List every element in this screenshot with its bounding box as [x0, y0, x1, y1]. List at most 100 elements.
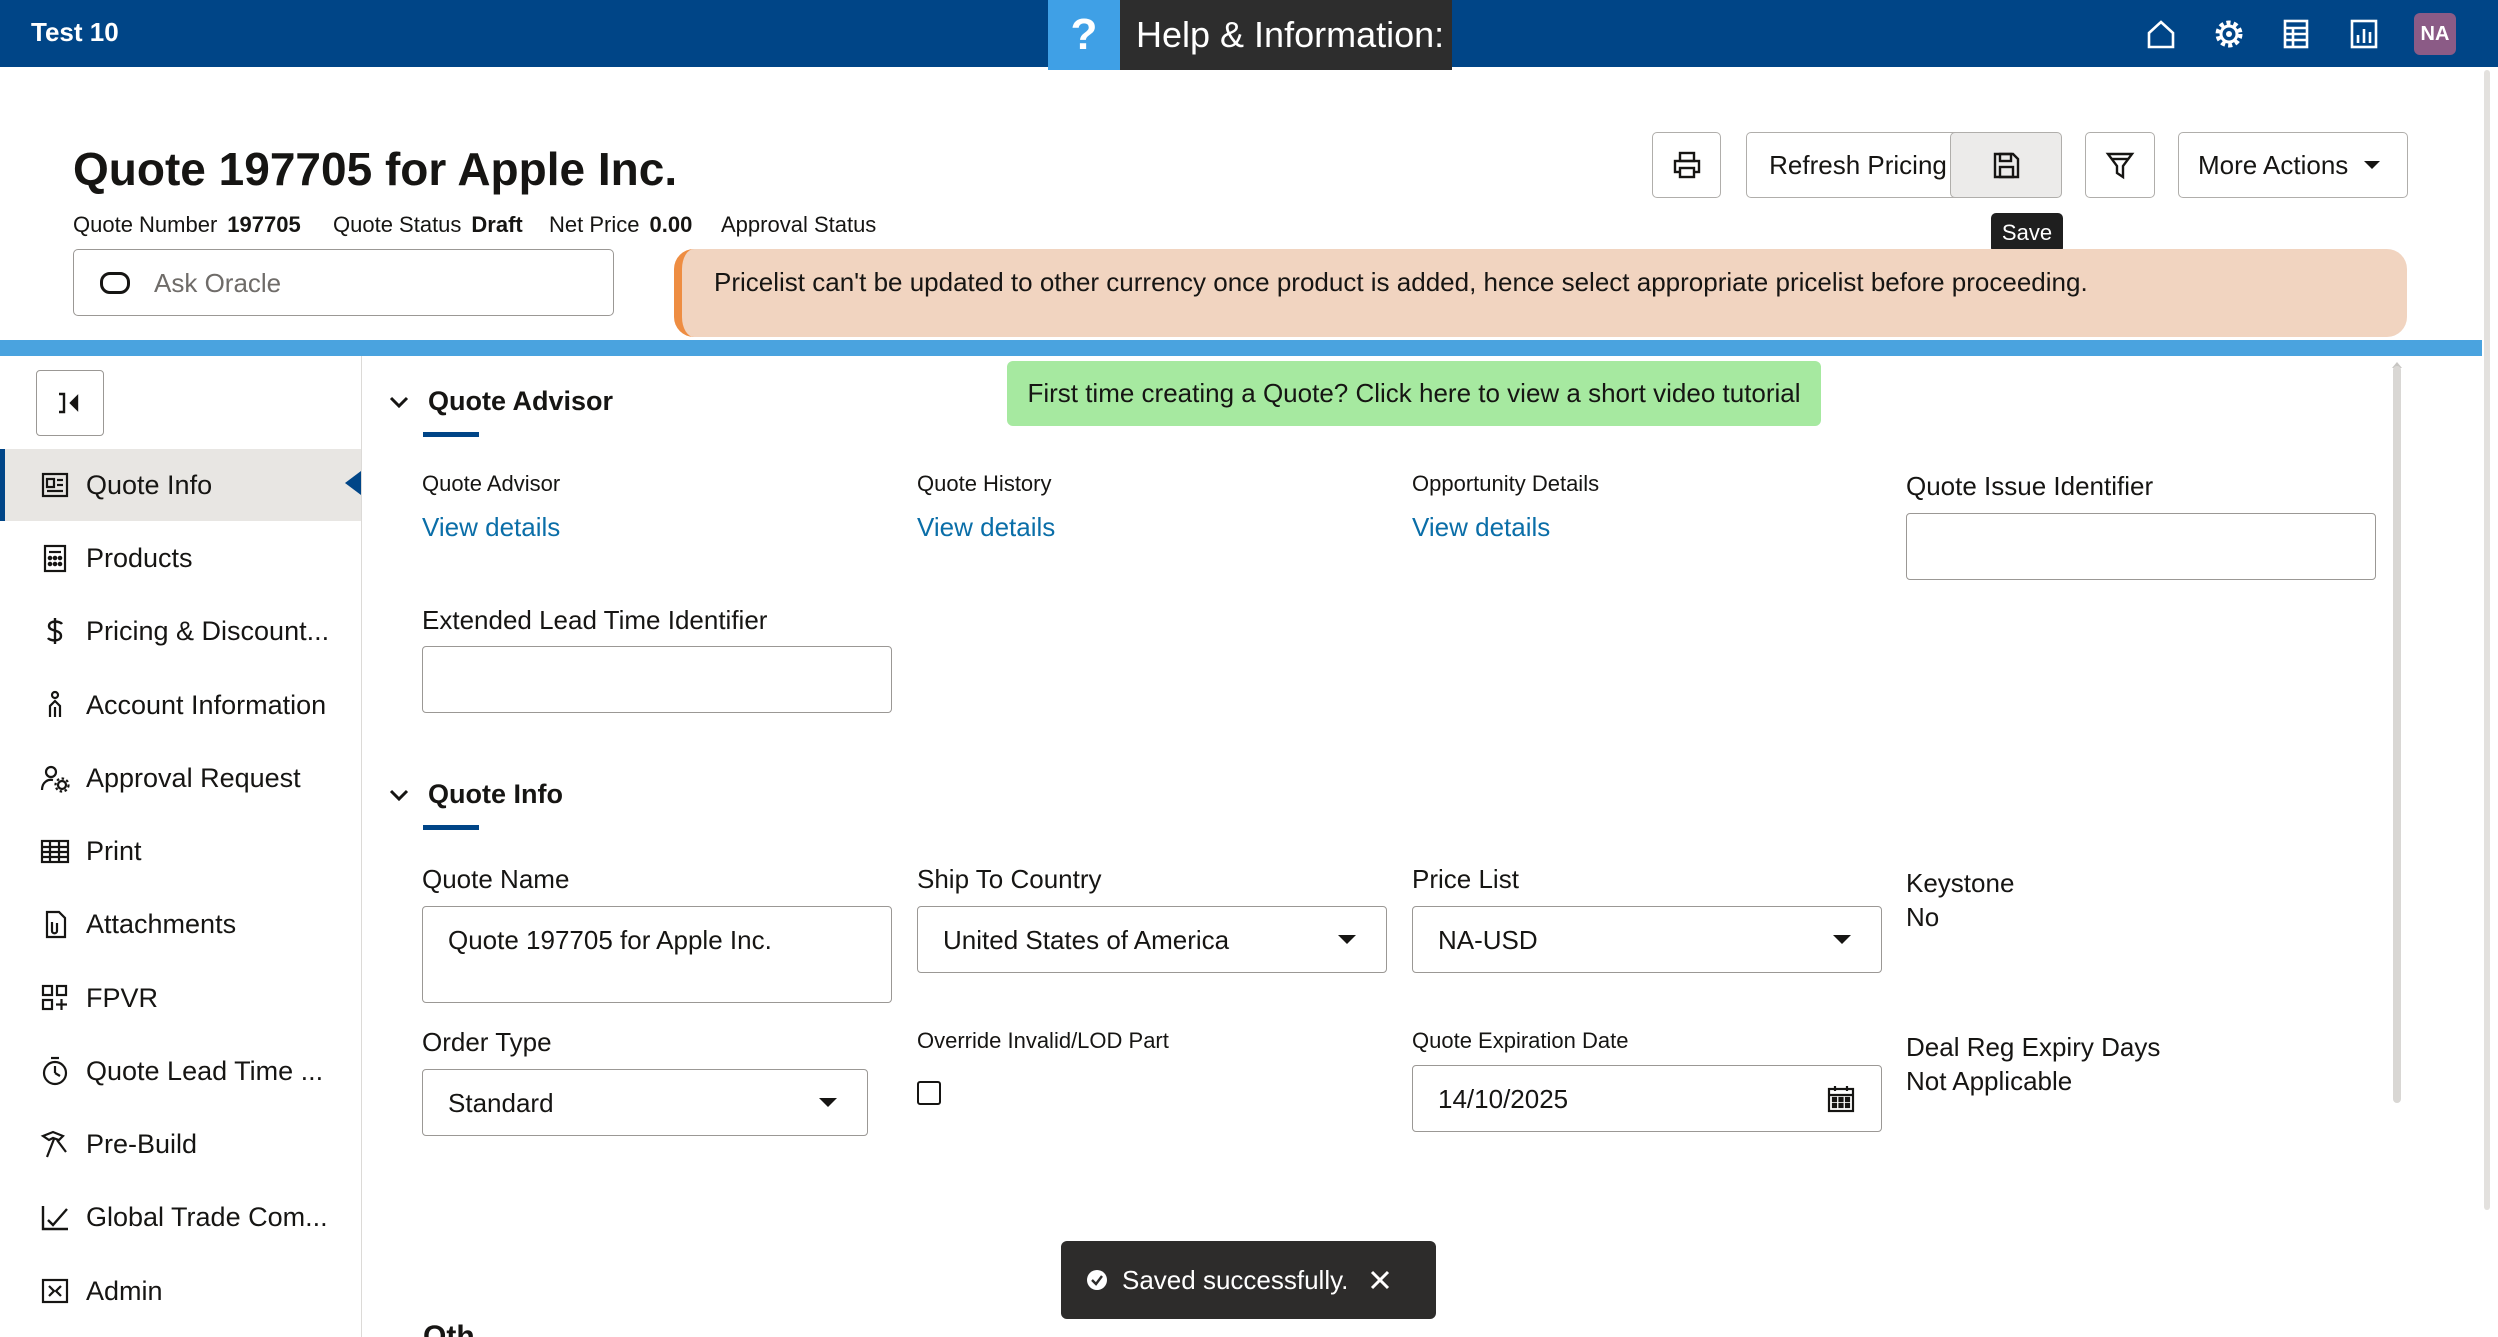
override-invalid-lod-checkbox[interactable]	[917, 1081, 941, 1105]
quote-name-field[interactable]: Quote 197705 for Apple Inc.	[422, 906, 892, 1003]
opportunity-view-details-link[interactable]: View details	[1412, 512, 1550, 543]
saved-toast: Saved successfully.	[1061, 1241, 1436, 1319]
section-underline	[423, 825, 479, 830]
override-invalid-lod-label: Override Invalid/LOD Part	[917, 1028, 1169, 1053]
sidebar-item-approval-request[interactable]: Approval Request	[0, 742, 361, 814]
sidebar-item-account-information[interactable]: Account Information	[0, 669, 361, 741]
app-name: Test 10	[31, 17, 119, 47]
toast-message: Saved successfully.	[1122, 1265, 1349, 1295]
section-quote-info[interactable]: Quote Info	[386, 779, 563, 810]
quote-number: Quote Number 197705	[73, 212, 301, 237]
quote-info-icon	[38, 468, 72, 502]
top-bar: Test 10 ? Help & Information: NA	[0, 0, 2498, 70]
quote-name-label: Quote Name	[422, 864, 570, 894]
dollar-icon	[38, 614, 72, 648]
person-icon	[38, 688, 72, 722]
filter-button[interactable]	[2085, 132, 2155, 198]
quote-status: Quote Status Draft	[333, 212, 523, 237]
quote-history-label: Quote History	[917, 471, 1052, 496]
sidebar-item-label: Admin	[86, 1275, 163, 1306]
quote-issue-identifier-label: Quote Issue Identifier	[1906, 471, 2154, 501]
sidebar-item-quote-info[interactable]: Quote Info	[0, 449, 361, 521]
ask-oracle-icon	[100, 272, 130, 294]
divider-bar	[0, 340, 2482, 356]
sidebar-item-attachments[interactable]: Attachments	[0, 888, 361, 960]
bar-chart-icon[interactable]	[2344, 14, 2384, 54]
quote-history-view-details-link[interactable]: View details	[917, 512, 1055, 543]
home-icon[interactable]	[2141, 14, 2181, 54]
extended-lead-time-field[interactable]	[422, 646, 892, 713]
admin-icon	[38, 1274, 72, 1308]
attachment-icon	[38, 907, 72, 941]
next-section-heading: Oth	[423, 1320, 475, 1337]
check-circle-icon	[1087, 1270, 1107, 1290]
sidebar: Quote Info Products Pricing & Discount..…	[0, 356, 362, 1337]
dropdown-arrow-icon	[1833, 935, 1851, 944]
ship-to-country-select[interactable]: United States of America	[917, 906, 1387, 973]
sidebar-item-admin[interactable]: Admin	[0, 1255, 361, 1327]
sidebar-item-global-trade[interactable]: Global Trade Com...	[0, 1181, 361, 1253]
deal-reg-expiry-value: Not Applicable	[1906, 1066, 2073, 1096]
sidebar-item-label: Global Trade Com...	[86, 1201, 328, 1232]
sidebar-item-pricing[interactable]: Pricing & Discount...	[0, 595, 361, 667]
net-price: Net Price 0.00	[549, 212, 693, 237]
sidebar-item-label: Print	[86, 835, 142, 866]
sidebar-item-label: Quote Info	[86, 469, 213, 500]
price-list-select[interactable]: NA-USD	[1412, 906, 1882, 973]
section-quote-advisor[interactable]: Quote Advisor	[386, 386, 613, 417]
user-gear-icon	[38, 761, 72, 795]
report-icon[interactable]	[2276, 14, 2316, 54]
pricelist-notice: Pricelist can't be updated to other curr…	[674, 249, 2407, 337]
sidebar-item-fpvr[interactable]: FPVR	[0, 962, 361, 1034]
quote-issue-identifier-field[interactable]	[1906, 513, 2376, 580]
timer-icon	[38, 1054, 72, 1088]
calendar-icon[interactable]	[1825, 1083, 1857, 1115]
avatar[interactable]: NA	[2414, 13, 2456, 55]
sidebar-item-label: Pre-Build	[86, 1128, 198, 1159]
approval-status: Approval Status	[721, 212, 877, 237]
sidebar-item-print[interactable]: Print	[0, 815, 361, 887]
more-actions-button[interactable]: More Actions	[2178, 132, 2408, 198]
help-information-label[interactable]: Help & Information:	[1120, 0, 1452, 70]
quote-advisor-view-details-link[interactable]: View details	[422, 512, 560, 543]
opportunity-details-label: Opportunity Details	[1412, 471, 1600, 496]
products-icon	[38, 541, 72, 575]
order-type-select[interactable]: Standard	[422, 1069, 868, 1136]
video-tutorial-banner[interactable]: First time creating a Quote? Click here …	[1007, 361, 1821, 426]
sidebar-item-pre-build[interactable]: Pre-Build	[0, 1108, 361, 1180]
save-icon	[1993, 152, 2020, 179]
more-actions-label: More Actions	[2198, 149, 2349, 180]
notice-text: Pricelist can't be updated to other curr…	[714, 267, 2088, 297]
sidebar-item-label: Products	[86, 542, 193, 573]
page-scrollbar[interactable]	[2484, 70, 2490, 1210]
chevron-down-icon	[389, 789, 409, 801]
ask-oracle-input[interactable]: Ask Oracle	[73, 249, 614, 316]
filter-icon	[2105, 152, 2135, 180]
quote-expiration-date-field[interactable]: 14/10/2025	[1412, 1065, 1882, 1132]
dropdown-arrow-icon	[1338, 935, 1356, 944]
hammer-icon	[38, 1127, 72, 1161]
sidebar-item-products[interactable]: Products	[0, 522, 361, 594]
ship-to-country-label: Ship To Country	[917, 864, 1102, 894]
section-underline	[423, 432, 479, 437]
content-scrollbar[interactable]	[2393, 366, 2401, 1103]
collapse-sidebar-button[interactable]	[36, 370, 104, 436]
refresh-pricing-button[interactable]: Refresh Pricing	[1746, 132, 1970, 198]
sidebar-item-label: FPVR	[86, 982, 159, 1013]
save-button[interactable]	[1950, 132, 2062, 198]
quote-expiration-date-label: Quote Expiration Date	[1412, 1028, 1629, 1053]
gear-icon[interactable]	[2209, 14, 2249, 54]
grid-plus-icon	[38, 981, 72, 1015]
section-title: Quote Info	[428, 779, 563, 809]
help-icon[interactable]: ?	[1048, 0, 1120, 70]
sidebar-item-label: Quote Lead Time ...	[86, 1055, 324, 1086]
sidebar-item-label: Account Information	[86, 689, 327, 720]
close-icon[interactable]	[1368, 1268, 1392, 1292]
price-list-label: Price List	[1412, 864, 1519, 894]
extended-lead-time-label: Extended Lead Time Identifier	[422, 605, 768, 635]
sidebar-item-label: Approval Request	[86, 762, 301, 793]
active-indicator-icon	[345, 471, 361, 495]
table-icon	[38, 834, 72, 868]
print-button[interactable]	[1652, 132, 1721, 198]
sidebar-item-quote-lead-time[interactable]: Quote Lead Time ...	[0, 1035, 361, 1107]
